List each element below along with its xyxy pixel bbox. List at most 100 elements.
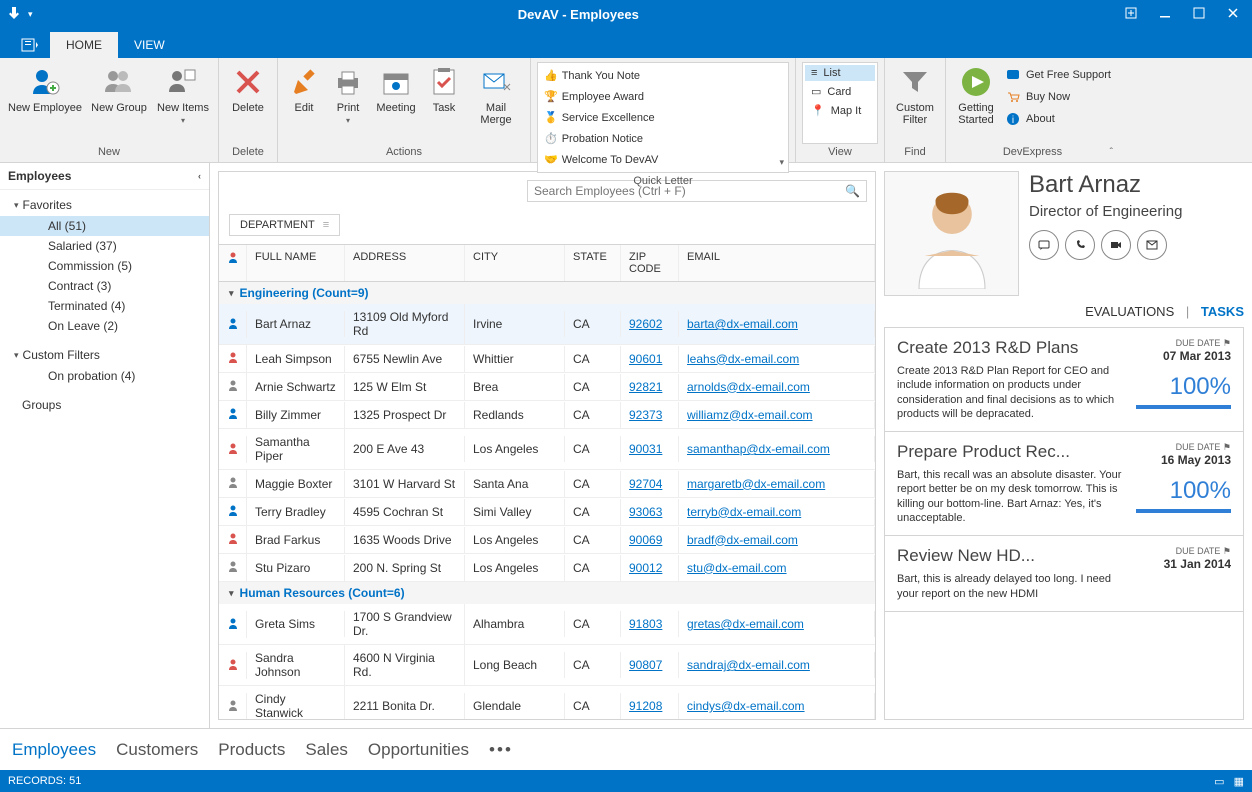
sidebar-item-on[interactable]: On Leave (2) xyxy=(0,316,209,336)
task-button[interactable]: Task xyxy=(424,62,464,118)
view1-icon[interactable]: ▭ xyxy=(1214,776,1224,788)
tab-view[interactable]: VIEW xyxy=(118,32,181,58)
col-address[interactable]: ADDRESS xyxy=(345,245,465,281)
bottomnav-opportunities[interactable]: Opportunities xyxy=(368,740,469,760)
table-row[interactable]: Stu Pizaro200 N. Spring StLos AngelesCA9… xyxy=(219,554,875,582)
cell-email[interactable]: barta@dx-email.com xyxy=(679,311,875,337)
bottomnav-employees[interactable]: Employees xyxy=(12,740,96,760)
cell-zip[interactable]: 90031 xyxy=(621,436,679,462)
grid-body[interactable]: ▾ Engineering (Count=9)Bart Arnaz13109 O… xyxy=(219,282,875,719)
cell-email[interactable]: sandraj@dx-email.com xyxy=(679,652,875,678)
table-row[interactable]: Bart Arnaz13109 Old Myford RdIrvineCA926… xyxy=(219,304,875,345)
cell-email[interactable]: williamz@dx-email.com xyxy=(679,402,875,428)
col-state[interactable]: STATE xyxy=(565,245,621,281)
phone-button[interactable] xyxy=(1065,230,1095,260)
group-header[interactable]: ▾ Engineering (Count=9) xyxy=(219,282,875,304)
cell-email[interactable]: cindys@dx-email.com xyxy=(679,693,875,719)
cell-zip[interactable]: 91803 xyxy=(621,611,679,637)
edit-button[interactable]: Edit xyxy=(284,62,324,118)
task-item[interactable]: Prepare Product Rec...Bart, this recall … xyxy=(885,432,1243,536)
meeting-button[interactable]: Meeting xyxy=(372,62,420,118)
delete-button[interactable]: Delete xyxy=(225,62,271,118)
cell-email[interactable]: terryb@dx-email.com xyxy=(679,499,875,525)
view-list-button[interactable]: ≡List xyxy=(805,65,875,81)
table-row[interactable]: Billy Zimmer1325 Prospect DrRedlandsCA92… xyxy=(219,401,875,429)
close-icon[interactable] xyxy=(1226,6,1240,23)
ql-dropdown-icon[interactable]: ▾ xyxy=(779,157,784,168)
cell-zip[interactable]: 92821 xyxy=(621,374,679,400)
collapse-sidebar-icon[interactable]: ‹ xyxy=(198,171,201,181)
col-person-icon[interactable] xyxy=(219,245,247,281)
table-row[interactable]: Leah Simpson6755 Newlin AveWhittierCA906… xyxy=(219,345,875,373)
task-item[interactable]: Create 2013 R&D PlansCreate 2013 R&D Pla… xyxy=(885,328,1243,432)
cell-zip[interactable]: 90601 xyxy=(621,346,679,372)
cell-zip[interactable]: 93063 xyxy=(621,499,679,525)
ql-probation-notice[interactable]: ⏱️Probation Notice xyxy=(542,130,667,147)
tab-evaluations[interactable]: EVALUATIONS xyxy=(1085,304,1174,319)
ribbon-collapse-icon[interactable] xyxy=(1124,6,1138,23)
cell-email[interactable]: margaretb@dx-email.com xyxy=(679,471,875,497)
ql-welcome[interactable]: 🤝Welcome To DevAV xyxy=(542,151,667,168)
cell-email[interactable]: samanthap@dx-email.com xyxy=(679,436,875,462)
group-header[interactable]: ▾ Human Resources (Count=6) xyxy=(219,582,875,604)
table-row[interactable]: Terry Bradley4595 Cochran StSimi ValleyC… xyxy=(219,498,875,526)
table-row[interactable]: Arnie Schwartz125 W Elm StBreaCA92821arn… xyxy=(219,373,875,401)
sidebar-item-all[interactable]: All (51) xyxy=(0,216,209,236)
print-button[interactable]: Print▾ xyxy=(328,62,368,129)
file-button[interactable] xyxy=(10,32,50,58)
nav-customfilters-header[interactable]: ▾Custom Filters xyxy=(0,344,209,366)
view2-icon[interactable]: ▦ xyxy=(1234,776,1244,788)
cell-zip[interactable]: 92704 xyxy=(621,471,679,497)
group-column-chip[interactable]: DEPARTMENT≡ xyxy=(229,214,340,236)
cell-zip[interactable]: 90069 xyxy=(621,527,679,553)
sidebar-item-contract[interactable]: Contract (3) xyxy=(0,276,209,296)
table-row[interactable]: Brad Farkus1635 Woods DriveLos AngelesCA… xyxy=(219,526,875,554)
task-item[interactable]: Review New HD...Bart, this is already de… xyxy=(885,536,1243,612)
sidebar-item-commission[interactable]: Commission (5) xyxy=(0,256,209,276)
view-mapit-button[interactable]: 📍Map It xyxy=(805,102,875,119)
getting-started-button[interactable]: Getting Started xyxy=(952,62,1000,130)
nav-groups-header[interactable]: Groups xyxy=(0,394,209,416)
group-panel[interactable]: DEPARTMENT≡ xyxy=(219,206,875,245)
sidebar-item-salaried[interactable]: Salaried (37) xyxy=(0,236,209,256)
sidebar-item-probation[interactable]: On probation (4) xyxy=(0,366,209,386)
cell-email[interactable]: arnolds@dx-email.com xyxy=(679,374,875,400)
col-fullname[interactable]: FULL NAME xyxy=(247,245,345,281)
cell-email[interactable]: stu@dx-email.com xyxy=(679,555,875,581)
mail-merge-button[interactable]: Mail Merge xyxy=(468,62,524,130)
tab-home[interactable]: HOME xyxy=(50,32,118,58)
buy-now-link[interactable]: Buy Now xyxy=(1004,88,1113,106)
col-email[interactable]: EMAIL xyxy=(679,245,875,281)
nav-favorites-header[interactable]: ▾Favorites xyxy=(0,194,209,216)
new-items-button[interactable]: New Items▾ xyxy=(154,62,212,129)
cell-zip[interactable]: 91208 xyxy=(621,693,679,719)
video-button[interactable] xyxy=(1101,230,1131,260)
table-row[interactable]: Samantha Piper200 E Ave 43Los AngelesCA9… xyxy=(219,429,875,470)
table-row[interactable]: Greta Sims1700 S Grandview Dr.AlhambraCA… xyxy=(219,604,875,645)
table-row[interactable]: Sandra Johnson4600 N Virginia Rd.Long Be… xyxy=(219,645,875,686)
col-city[interactable]: CITY xyxy=(465,245,565,281)
maximize-icon[interactable] xyxy=(1192,6,1206,23)
bottomnav-sales[interactable]: Sales xyxy=(305,740,348,760)
cell-zip[interactable]: 90012 xyxy=(621,555,679,581)
bottomnav-more-icon[interactable]: ••• xyxy=(489,740,513,760)
ribbon-expand-icon[interactable]: ˆ xyxy=(1110,147,1113,158)
cell-zip[interactable]: 90807 xyxy=(621,652,679,678)
sidebar-item-terminated[interactable]: Terminated (4) xyxy=(0,296,209,316)
custom-filter-button[interactable]: Custom Filter xyxy=(891,62,939,130)
ql-service-excellence[interactable]: 🥇Service Excellence xyxy=(542,109,667,126)
new-group-button[interactable]: New Group xyxy=(88,62,150,118)
ql-employee-award[interactable]: 🏆Employee Award xyxy=(542,88,667,105)
search-icon[interactable]: 🔍 xyxy=(845,184,860,198)
table-row[interactable]: Cindy Stanwick2211 Bonita Dr.GlendaleCA9… xyxy=(219,686,875,719)
touch-mode-icon[interactable] xyxy=(6,5,22,24)
about-link[interactable]: iAbout xyxy=(1004,110,1113,128)
ql-thank-you[interactable]: 👍Thank You Note xyxy=(542,67,667,84)
cell-email[interactable]: gretas@dx-email.com xyxy=(679,611,875,637)
message-button[interactable] xyxy=(1029,230,1059,260)
cell-zip[interactable]: 92373 xyxy=(621,402,679,428)
view-card-button[interactable]: ▭Card xyxy=(805,83,875,100)
cell-email[interactable]: leahs@dx-email.com xyxy=(679,346,875,372)
bottomnav-customers[interactable]: Customers xyxy=(116,740,198,760)
get-support-link[interactable]: Get Free Support xyxy=(1004,66,1113,84)
